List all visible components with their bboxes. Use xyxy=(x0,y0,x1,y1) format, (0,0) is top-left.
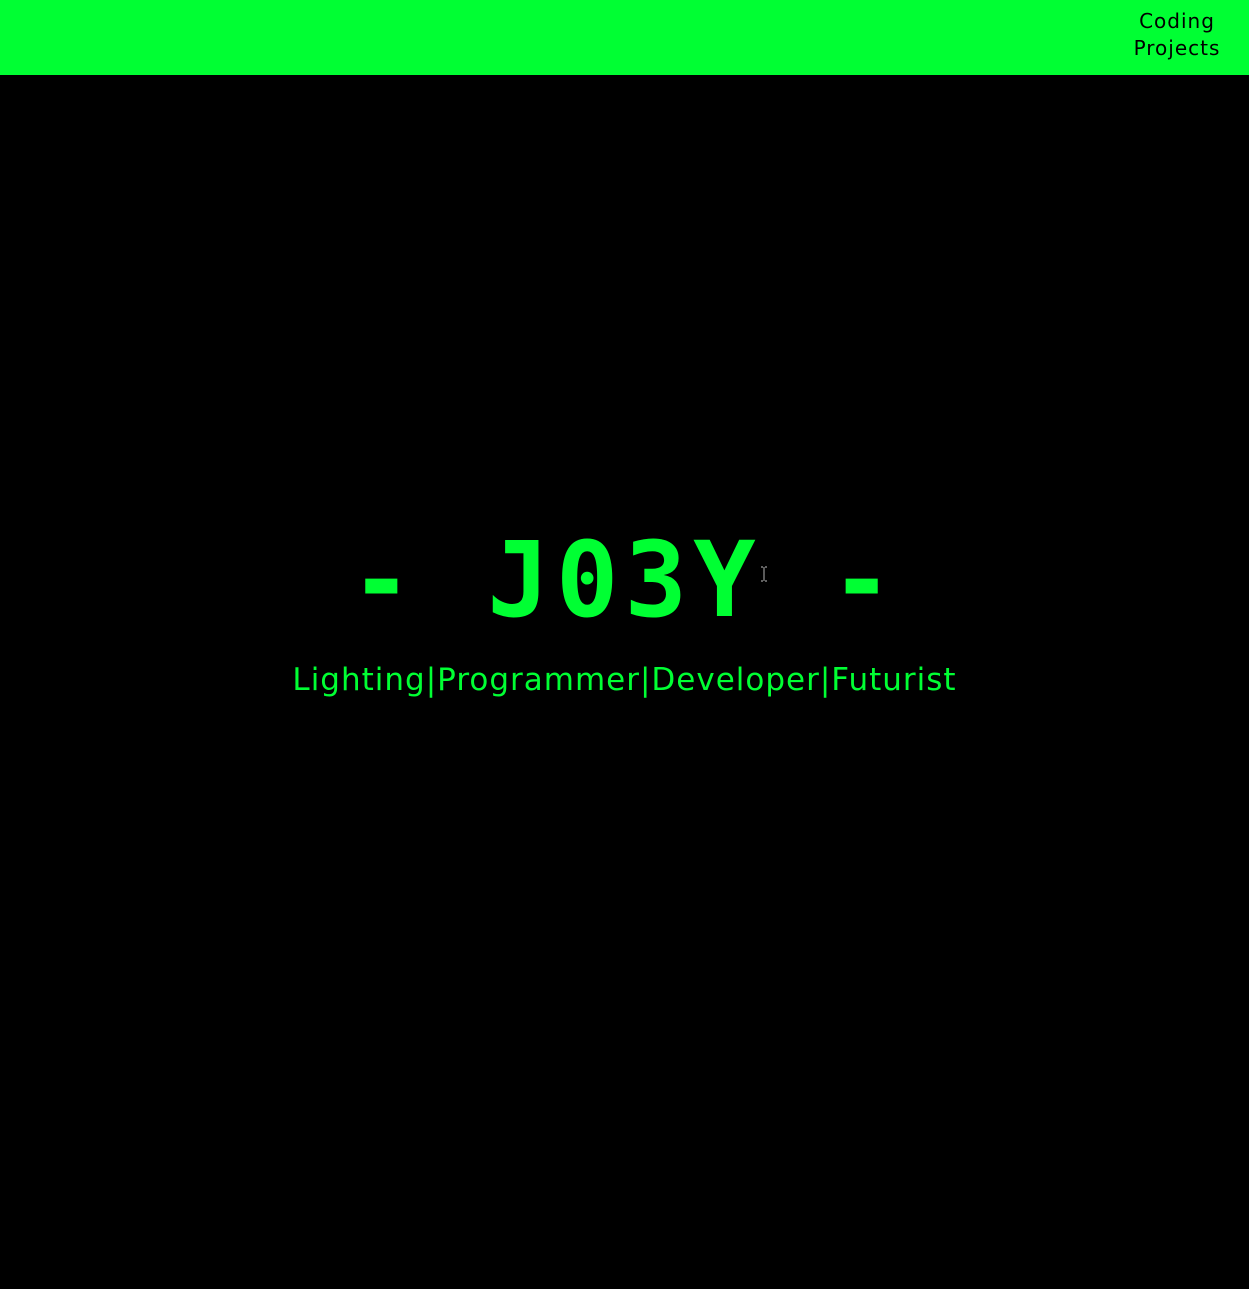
hero-section: - J03Y - Lighting|Programmer|Developer|F… xyxy=(0,520,1249,700)
coding-projects-link[interactable]: Coding Projects xyxy=(1122,8,1232,62)
top-navigation-bar: Coding Projects xyxy=(0,0,1249,75)
text-cursor-icon xyxy=(761,566,767,582)
hero-subtitle: Lighting|Programmer|Developer|Futurist xyxy=(292,662,957,698)
hero-title: - J03Y - xyxy=(350,519,899,641)
